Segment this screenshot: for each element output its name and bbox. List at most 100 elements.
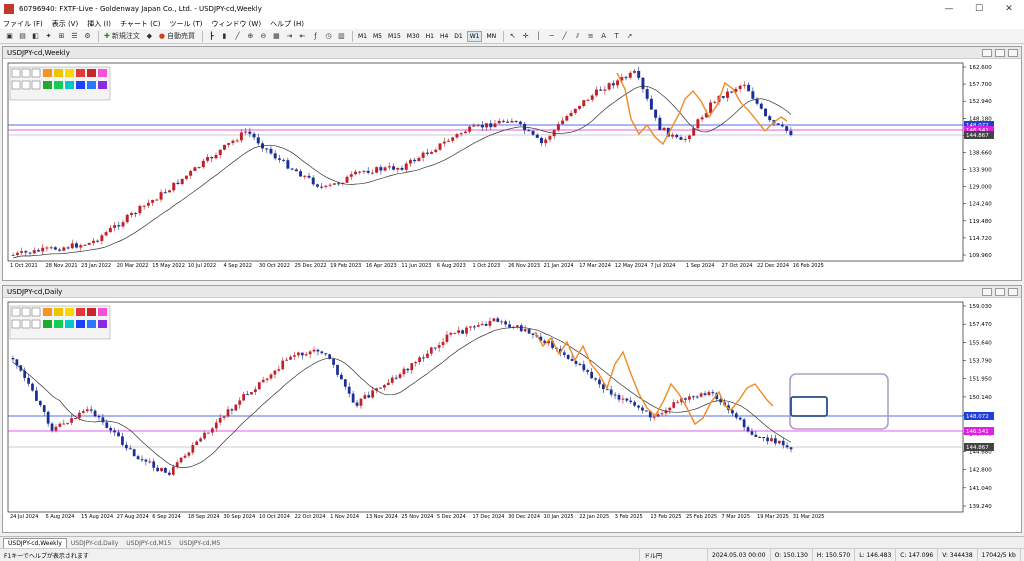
fibonacci-icon[interactable]: ≡ <box>585 31 596 42</box>
window-title: 60796940: FXTF-Live - Goldenway Japan Co… <box>19 5 262 13</box>
minimize-icon[interactable] <box>982 48 992 57</box>
tab-usdjpy-m5[interactable]: USDJPY-cd,M5 <box>175 538 224 548</box>
label-icon[interactable]: T <box>611 31 622 42</box>
line-chart-icon[interactable]: ╱ <box>232 31 243 42</box>
timeframe-m1[interactable]: M1 <box>356 31 369 42</box>
candle-body <box>294 169 298 172</box>
candle-body <box>774 438 777 444</box>
crosshair-icon[interactable]: ✛ <box>520 31 531 42</box>
menu-file[interactable]: ファイル (F) <box>3 19 43 29</box>
candle-body <box>324 185 328 187</box>
candle-body <box>764 108 768 117</box>
restore-icon[interactable] <box>995 287 1005 296</box>
autoscroll-icon[interactable]: ⇥ <box>284 31 295 42</box>
tab-usdjpy-weekly[interactable]: USDJPY-cd,Weekly <box>3 538 67 548</box>
timeframe-h4[interactable]: H4 <box>438 31 450 42</box>
navigator-icon[interactable]: ✦ <box>43 31 54 42</box>
candle-body <box>504 321 507 325</box>
metaeditor-icon[interactable]: ◆ <box>144 31 155 42</box>
y-tick-label: 159.030 <box>969 304 992 310</box>
templates-icon[interactable]: ▥ <box>336 31 347 42</box>
close-icon[interactable] <box>1008 287 1018 296</box>
indicators-icon[interactable]: ƒ <box>310 31 321 42</box>
menu-tools[interactable]: ツール (T) <box>169 19 202 29</box>
x-tick-label: 31 Mar 2025 <box>793 514 825 520</box>
minimize-icon[interactable] <box>982 287 992 296</box>
candle-body <box>476 325 480 327</box>
candle-body <box>548 136 552 140</box>
candle-body <box>582 100 586 106</box>
candle-body <box>492 318 496 322</box>
text-icon[interactable]: A <box>598 31 609 42</box>
profiles-icon[interactable]: ▤ <box>17 31 28 42</box>
candle-body <box>97 416 101 418</box>
candle-body <box>74 417 77 419</box>
candle-body <box>32 250 36 254</box>
tab-usdjpy-m15[interactable]: USDJPY-cd,M15 <box>122 538 175 548</box>
weekly-chart[interactable]: 162.600157.700152.940148.180143.420138.6… <box>3 59 1021 280</box>
menu-view[interactable]: 表示 (V) <box>52 19 78 29</box>
candle-body <box>523 329 527 332</box>
terminal-icon[interactable]: ☰ <box>69 31 80 42</box>
close-icon[interactable] <box>1008 48 1018 57</box>
auto-trade-button[interactable]: ● 自動売買 <box>157 31 197 42</box>
candle-body <box>731 410 734 414</box>
trendline-icon[interactable]: ╱ <box>559 31 570 42</box>
timeframe-h1[interactable]: H1 <box>424 31 436 42</box>
candle-body <box>78 412 81 418</box>
candle-body <box>231 140 235 144</box>
candle-body <box>79 245 83 248</box>
market-watch-icon[interactable]: ◧ <box>30 31 41 42</box>
candle-body <box>304 354 308 356</box>
timeframe-m5[interactable]: M5 <box>371 31 384 42</box>
periods-icon[interactable]: ◷ <box>323 31 334 42</box>
candle-body <box>244 131 248 133</box>
candle-body <box>633 70 636 73</box>
candle-body <box>586 99 590 101</box>
chart-shift-icon[interactable]: ⇤ <box>297 31 308 42</box>
tab-usdjpy-daily[interactable]: USDJPY-cd,Daily <box>67 538 122 548</box>
candle-body <box>556 124 560 131</box>
new-chart-icon[interactable]: ▣ <box>4 31 15 42</box>
timeframe-w1[interactable]: W1 <box>466 30 483 42</box>
menu-window[interactable]: ウィンドウ (W) <box>211 19 261 29</box>
horizontal-line-icon[interactable]: ─ <box>546 31 557 42</box>
candles-icon[interactable]: ▮ <box>219 31 230 42</box>
candle-body <box>675 134 679 138</box>
timeframe-d1[interactable]: D1 <box>452 31 464 42</box>
menu-help[interactable]: ヘルプ (H) <box>270 19 304 29</box>
maximize-icon[interactable]: ☐ <box>964 4 994 14</box>
zoom-in-icon[interactable]: ⊕ <box>245 31 256 42</box>
cursor-icon[interactable]: ↖ <box>507 31 518 42</box>
arrows-icon[interactable]: ➚ <box>624 31 635 42</box>
y-tick-label: 138.660 <box>969 150 992 156</box>
menu-bar: ファイル (F) 表示 (V) 挿入 (I) チャート (C) ツール (T) … <box>0 18 1024 29</box>
timeframe-mn[interactable]: MN <box>484 31 498 42</box>
close-icon[interactable]: ✕ <box>994 4 1024 14</box>
channel-icon[interactable]: ⫽ <box>572 31 583 42</box>
candle-body <box>445 334 449 342</box>
tile-icon[interactable]: ▦ <box>271 31 282 42</box>
tester-icon[interactable]: ⚙ <box>82 31 93 42</box>
timeframe-m30[interactable]: M30 <box>405 31 422 42</box>
timeframe-m15[interactable]: M15 <box>386 31 403 42</box>
candle-body <box>285 359 289 361</box>
candle-body <box>347 386 351 394</box>
vertical-line-icon[interactable]: │ <box>533 31 544 42</box>
minimize-icon[interactable]: — <box>934 4 964 14</box>
zoom-out-icon[interactable]: ⊖ <box>258 31 269 42</box>
candle-body <box>711 392 715 394</box>
candle-body <box>413 159 417 162</box>
menu-insert[interactable]: 挿入 (I) <box>87 19 111 29</box>
daily-chart[interactable]: 159.030 157.470 155.640 153.790 151.950 150.1… <box>3 298 1021 532</box>
data-window-icon[interactable]: ⊞ <box>56 31 67 42</box>
restore-icon[interactable] <box>995 48 1005 57</box>
bar-chart-icon[interactable]: ┣ <box>206 31 217 42</box>
candle-body <box>125 214 129 223</box>
candle-body <box>561 120 565 125</box>
menu-chart[interactable]: チャート (C) <box>120 19 161 29</box>
candle-body <box>117 432 120 437</box>
candle-body <box>70 418 73 423</box>
new-order-button[interactable]: ✚ 新規注文 <box>102 31 142 42</box>
candle-body <box>785 445 789 448</box>
